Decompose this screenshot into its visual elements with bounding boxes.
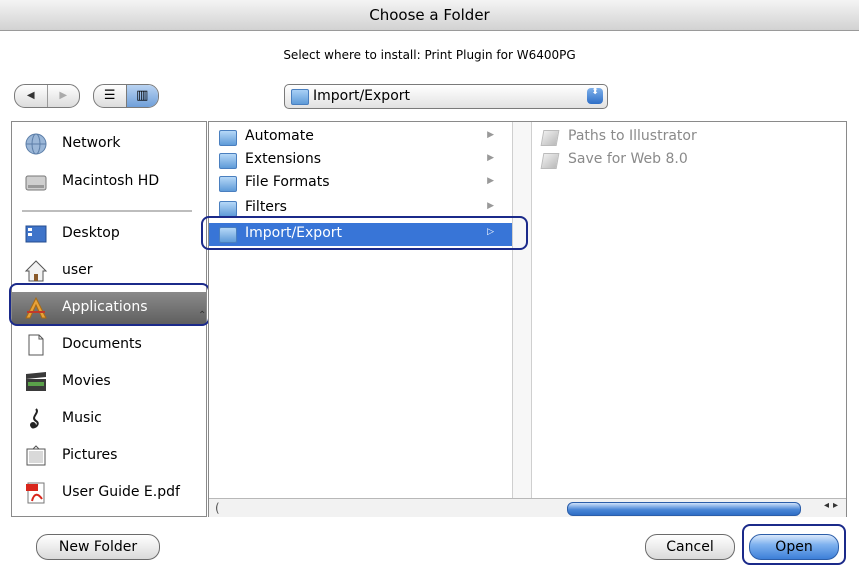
- applications-highlight-ring: [9, 283, 210, 326]
- back-icon[interactable]: ◀: [15, 85, 47, 107]
- cancel-button[interactable]: Cancel: [645, 534, 735, 560]
- documents-icon: [28, 334, 44, 356]
- sidebar-item-label: user: [62, 262, 93, 278]
- sidebar-divider: [22, 210, 192, 212]
- file-label: Save for Web 8.0: [568, 151, 688, 167]
- music-icon: [30, 408, 39, 429]
- alias-file-icon: [540, 130, 560, 146]
- sidebar-item-label: Music: [62, 410, 102, 426]
- sidebar-item-label: Documents: [62, 336, 142, 352]
- folder-icon: [219, 176, 237, 192]
- scrollbar-thumb[interactable]: [567, 502, 801, 516]
- sidebar-item-label: Macintosh HD: [62, 173, 160, 189]
- movies-icon: [26, 372, 46, 391]
- list-item[interactable]: Save for Web 8.0: [532, 149, 846, 172]
- network-icon: [25, 133, 47, 155]
- pictures-icon: [26, 445, 46, 466]
- column-folders: Automate ▶ Extensions ▶ File Formats ▶ F…: [209, 122, 513, 498]
- desktop-icon: [25, 225, 47, 243]
- sidebar-item-label: Desktop: [62, 225, 120, 241]
- list-item[interactable]: File Formats ▶: [209, 172, 512, 195]
- window-title: Choose a Folder: [0, 0, 859, 31]
- folder-label: File Formats: [245, 174, 330, 190]
- list-item[interactable]: Paths to Illustrator: [532, 126, 846, 149]
- new-folder-button[interactable]: New Folder: [36, 534, 160, 560]
- back-forward-buttons[interactable]: ◀ ▶: [14, 84, 80, 108]
- disclosure-arrow-icon: ▶: [487, 201, 494, 211]
- folder-label: Extensions: [245, 151, 322, 167]
- scroll-arrows-icon[interactable]: ◂▸: [824, 500, 842, 511]
- sidebar-item-movies[interactable]: Movies: [12, 366, 206, 398]
- open-highlight-ring: [742, 524, 846, 565]
- folder-icon: [219, 153, 237, 169]
- column-browser: Automate ▶ Extensions ▶ File Formats ▶ F…: [208, 121, 847, 517]
- folder-popup[interactable]: Import/Export ⬍: [284, 84, 608, 109]
- hard-drive-icon: [25, 175, 47, 191]
- scrollbar-left-cap: (: [215, 501, 220, 515]
- sidebar-item-pictures[interactable]: Pictures: [12, 440, 206, 472]
- disclosure-arrow-icon: ▶: [487, 153, 494, 163]
- column-view-icon[interactable]: ▥: [125, 85, 158, 107]
- sidebar-scroll-nub[interactable]: ⌃: [198, 310, 206, 321]
- popup-arrows-icon: ⬍: [587, 88, 603, 104]
- import-export-highlight-ring: [201, 216, 528, 250]
- list-view-icon[interactable]: ☰: [94, 85, 126, 107]
- disclosure-arrow-icon: ▶: [487, 130, 494, 140]
- sidebar-item-macintosh-hd[interactable]: Macintosh HD: [12, 166, 206, 198]
- folder-popup-value: Import/Export: [313, 88, 411, 104]
- sidebar-item-user-guide-pdf[interactable]: User Guide E.pdf: [12, 477, 206, 509]
- folder-label: Filters: [245, 199, 287, 215]
- sidebar-item-music[interactable]: Music: [12, 403, 206, 435]
- list-item[interactable]: Extensions ▶: [209, 149, 512, 172]
- sidebar-item-documents[interactable]: Documents: [12, 329, 206, 361]
- sidebar-item-desktop[interactable]: Desktop: [12, 218, 206, 250]
- folder-label: Automate: [245, 128, 314, 144]
- column-contents: Paths to Illustrator Save for Web 8.0: [532, 122, 846, 498]
- column-divider[interactable]: [513, 122, 532, 498]
- folder-icon: [219, 130, 237, 146]
- folder-icon: [291, 89, 309, 105]
- file-label: Paths to Illustrator: [568, 128, 697, 144]
- disclosure-arrow-icon: ▶: [487, 176, 494, 186]
- folder-icon: [219, 201, 237, 217]
- sidebar-item-label: Movies: [62, 373, 111, 389]
- view-mode-buttons[interactable]: ☰ ▥: [93, 84, 159, 108]
- sidebar-item-label: Pictures: [62, 447, 118, 463]
- sidebar-item-label: Network: [62, 135, 121, 151]
- sidebar-item-label: User Guide E.pdf: [62, 484, 180, 500]
- pdf-icon: [26, 482, 45, 504]
- home-icon: [24, 260, 48, 282]
- alias-file-icon: [540, 153, 560, 169]
- install-prompt: Select where to install: Print Plugin fo…: [283, 48, 576, 62]
- forward-icon[interactable]: ▶: [46, 85, 80, 107]
- list-item[interactable]: Automate ▶: [209, 126, 512, 149]
- horizontal-scrollbar[interactable]: ( ◂▸: [209, 498, 846, 517]
- sidebar-item-network[interactable]: Network: [12, 128, 206, 160]
